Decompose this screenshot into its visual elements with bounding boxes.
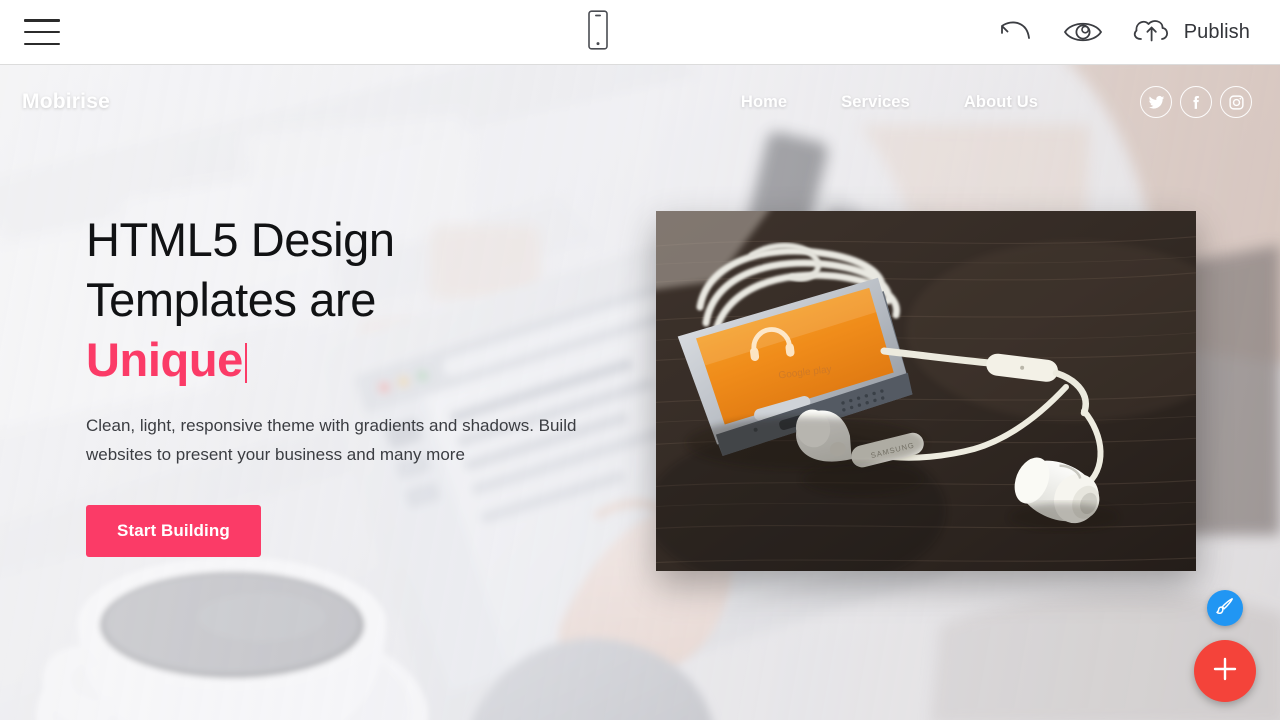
floating-action-buttons <box>1194 590 1256 702</box>
toolbar-center-group <box>200 9 996 55</box>
hero-section: Mobirise Home Services About Us HTML5 De… <box>0 65 1280 720</box>
hero-image[interactable]: Google play SAMSUNG <box>656 211 1196 571</box>
nav-link-home[interactable]: Home <box>741 93 787 112</box>
site-navbar: Mobirise Home Services About Us <box>0 65 1280 139</box>
nav-link-services[interactable]: Services <box>841 93 910 112</box>
mobile-phone-icon[interactable] <box>586 9 610 55</box>
publish-button[interactable]: Publish <box>1130 14 1250 51</box>
eye-preview-icon[interactable] <box>1062 17 1104 47</box>
hero-headline[interactable]: HTML5 Design Templates are Unique <box>86 210 606 390</box>
add-block-button[interactable] <box>1194 640 1256 702</box>
undo-arrow-icon[interactable] <box>996 17 1036 47</box>
social-links <box>1140 86 1252 118</box>
toolbar-left-group <box>0 19 200 45</box>
headline-line-2: Templates are <box>86 273 376 327</box>
plus-icon <box>1210 654 1240 689</box>
style-paintbrush-button[interactable] <box>1207 590 1243 626</box>
text-cursor-caret <box>244 343 247 384</box>
hamburger-bar <box>24 30 60 34</box>
hero-content: HTML5 Design Templates are Unique Clean,… <box>0 65 1280 720</box>
hamburger-bar <box>24 19 60 22</box>
publish-label: Publish <box>1183 20 1250 43</box>
site-brand-logo[interactable]: Mobirise <box>22 90 110 114</box>
headline-line-1: HTML5 Design <box>86 213 395 266</box>
hamburger-bar <box>24 42 60 45</box>
twitter-icon[interactable] <box>1140 86 1172 118</box>
hero-subtitle[interactable]: Clean, light, responsive theme with grad… <box>86 412 598 468</box>
builder-app: Publish Mobirise Home Services About Us … <box>0 0 1280 720</box>
hero-text-block: HTML5 Design Templates are Unique Clean,… <box>86 210 606 557</box>
nav-link-about-us[interactable]: About Us <box>964 93 1038 112</box>
start-building-button[interactable]: Start Building <box>86 504 261 557</box>
toolbar-right-group: Publish <box>996 14 1280 51</box>
cloud-upload-icon <box>1130 14 1174 51</box>
instagram-icon[interactable] <box>1220 86 1252 118</box>
paintbrush-icon <box>1215 596 1235 621</box>
site-nav-links: Home Services About Us <box>741 86 1252 118</box>
builder-toolbar: Publish <box>0 0 1280 65</box>
hamburger-menu-icon[interactable] <box>24 19 60 45</box>
facebook-icon[interactable] <box>1180 86 1212 118</box>
headline-accent-word: Unique <box>86 333 243 387</box>
